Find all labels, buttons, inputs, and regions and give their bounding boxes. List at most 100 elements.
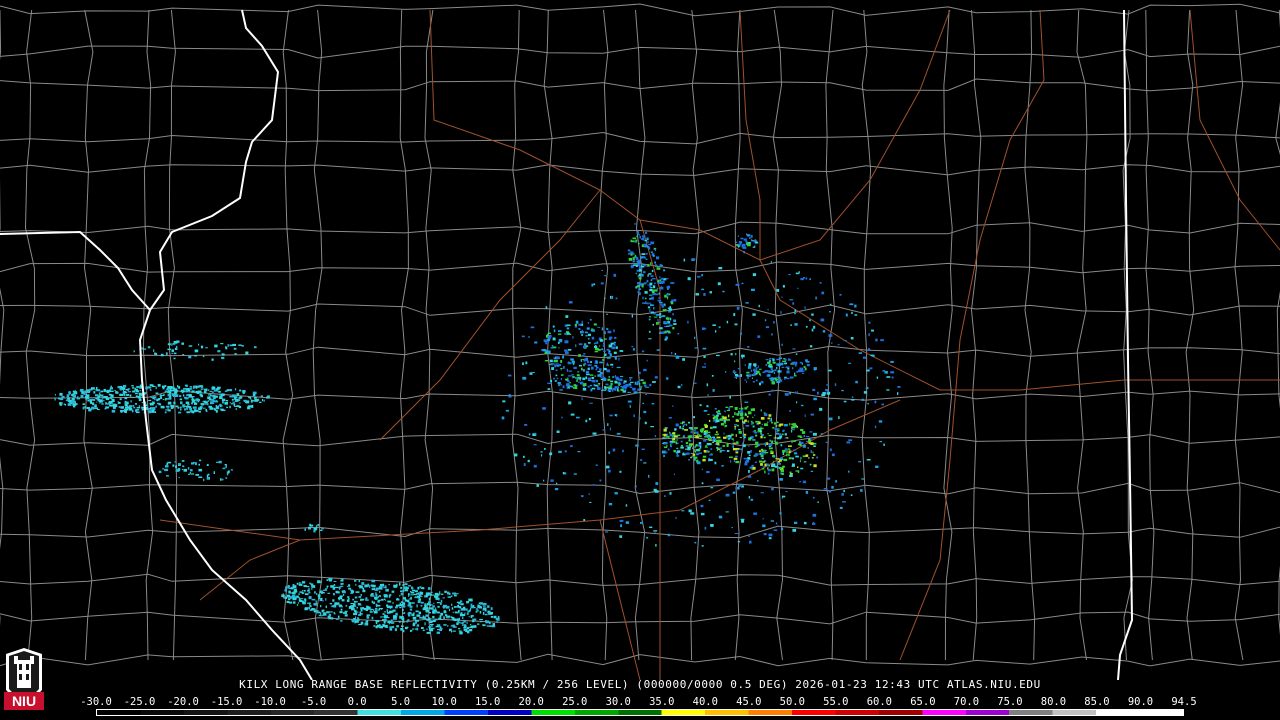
echo-pixel (776, 367, 778, 369)
echo-pixel (658, 292, 660, 295)
echo-pixel (629, 379, 631, 381)
echo-pixel (589, 501, 592, 503)
echo-pixel (238, 399, 241, 401)
echo-pixel (627, 253, 631, 255)
echo-pixel (712, 324, 716, 326)
echo-pixel (325, 598, 327, 601)
echo-pixel (609, 336, 613, 339)
echo-pixel (764, 423, 768, 426)
echo-pixel (728, 407, 731, 411)
echo-pixel (756, 370, 760, 374)
echo-pixel (703, 355, 706, 358)
echo-pixel (414, 590, 418, 593)
echo-pixel (798, 271, 800, 274)
echo-pixel (745, 240, 748, 243)
echo-pixel (604, 297, 606, 299)
echo-pixel (865, 387, 869, 389)
echo-pixel (555, 363, 559, 365)
echo-pixel (339, 611, 343, 614)
echo-pixel (732, 442, 737, 444)
echo-pixel (712, 389, 715, 392)
echo-pixel (456, 601, 461, 603)
echo-pixel (308, 596, 312, 600)
echo-pixel (463, 624, 467, 626)
echo-pixel (550, 363, 555, 365)
echo-pixel (558, 450, 562, 453)
echo-pixel (734, 412, 736, 416)
echo-pixel (779, 433, 782, 436)
echo-pixel (757, 335, 761, 338)
echo-pixel (597, 374, 601, 377)
echo-pixel (230, 469, 233, 471)
colorbar-tick-label: 80.0 (1040, 696, 1067, 708)
echo-pixel (194, 410, 198, 412)
echo-pixel (167, 343, 171, 346)
colorbar-tick-label: -10.0 (254, 696, 286, 708)
echo-pixel (735, 420, 739, 422)
echo-pixel (704, 362, 706, 365)
echo-pixel (657, 279, 660, 283)
echo-pixel (670, 442, 673, 444)
echo-pixel (466, 621, 468, 624)
echo-pixel (839, 293, 842, 296)
echo-pixel (373, 601, 375, 604)
echo-pixel (716, 436, 721, 439)
echo-pixel (424, 622, 426, 626)
echo-pixel (813, 397, 817, 401)
echo-pixel (808, 457, 810, 459)
echo-pixel (639, 459, 643, 461)
echo-pixel (581, 381, 584, 385)
echo-pixel (542, 349, 547, 351)
echo-pixel (659, 264, 662, 267)
echo-pixel (767, 374, 771, 377)
echo-pixel (694, 456, 698, 459)
echo-pixel (582, 388, 587, 391)
echo-pixel (333, 613, 336, 615)
echo-pixel (564, 332, 567, 335)
echo-pixel (554, 488, 559, 491)
echo-pixel (186, 394, 189, 396)
echo-pixel (734, 323, 738, 326)
echo-pixel (366, 597, 368, 599)
echo-pixel (308, 526, 311, 530)
echo-pixel (776, 431, 779, 433)
echo-pixel (432, 609, 437, 612)
echo-pixel (782, 449, 786, 453)
echo-pixel (555, 374, 558, 377)
echo-pixel (607, 364, 609, 366)
echo-pixel (654, 289, 658, 292)
echo-pixel (876, 376, 879, 379)
echo-pixel (597, 326, 601, 328)
echo-pixel (197, 390, 202, 394)
echo-pixel (166, 405, 170, 408)
echo-pixel (317, 524, 320, 526)
echo-pixel (564, 340, 569, 344)
echo-pixel (742, 427, 745, 429)
echo-pixel (694, 427, 698, 430)
echo-pixel (315, 600, 317, 604)
echo-pixel (804, 414, 806, 418)
echo-pixel (583, 353, 586, 355)
echo-pixel (762, 518, 764, 520)
echo-pixel (303, 585, 307, 587)
echo-pixel (556, 377, 559, 380)
echo-pixel (784, 424, 788, 427)
echo-pixel (760, 426, 762, 428)
echo-pixel (669, 293, 671, 296)
echo-pixel (688, 443, 692, 447)
echo-pixel (763, 412, 766, 414)
echo-pixel (326, 611, 330, 614)
echo-pixel (778, 357, 782, 359)
echo-pixel (392, 602, 394, 604)
echo-pixel (793, 452, 798, 455)
echo-pixel (200, 388, 204, 390)
echo-pixel (716, 411, 718, 413)
echo-pixel (195, 474, 199, 476)
echo-pixel (629, 405, 631, 408)
echo-pixel (194, 462, 197, 466)
echo-pixel (776, 421, 779, 423)
echo-pixel (186, 408, 188, 410)
echo-pixel (715, 330, 717, 333)
echo-pixel (655, 482, 659, 485)
echo-pixel (178, 411, 182, 414)
